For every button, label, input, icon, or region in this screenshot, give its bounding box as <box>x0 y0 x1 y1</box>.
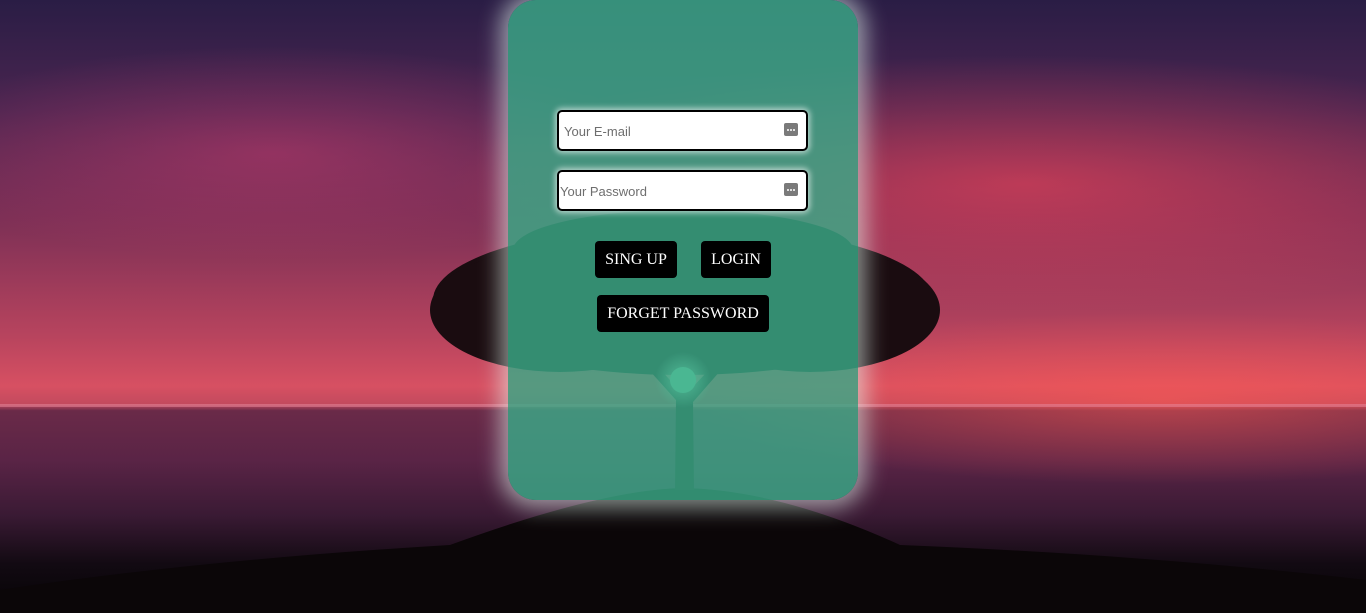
password-manager-key-icon[interactable] <box>784 123 798 136</box>
password-input[interactable] <box>559 172 772 211</box>
signup-button[interactable]: SING UP <box>595 241 677 278</box>
login-button[interactable]: LOGIN <box>701 241 771 278</box>
password-manager-key-icon[interactable] <box>784 183 798 196</box>
forget-password-button[interactable]: FORGET PASSWORD <box>597 295 769 332</box>
login-card <box>508 0 858 500</box>
email-input[interactable] <box>559 112 776 151</box>
email-field[interactable] <box>557 110 808 151</box>
password-field[interactable] <box>557 170 808 211</box>
